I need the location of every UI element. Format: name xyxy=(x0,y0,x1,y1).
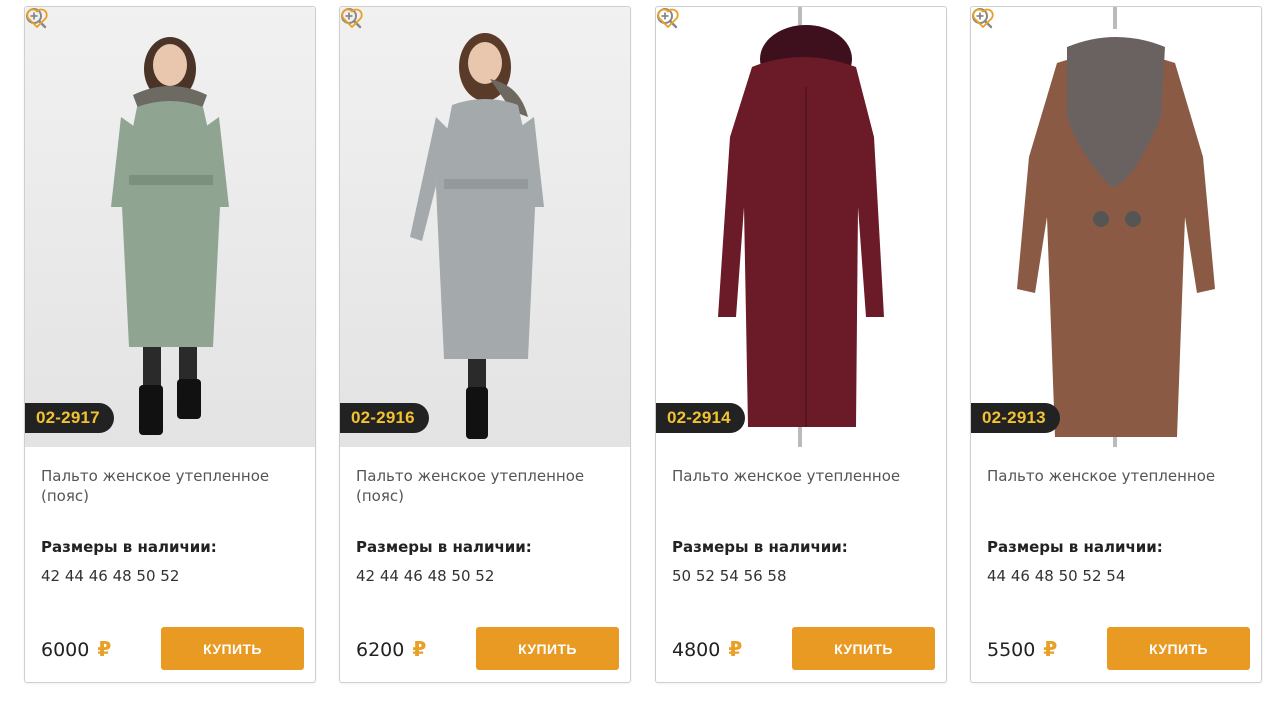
buy-button[interactable]: КУПИТЬ xyxy=(476,627,619,670)
coat-on-model-image xyxy=(111,37,229,435)
product-title[interactable]: Пальто женское утепленное xyxy=(672,466,934,486)
price-value: 5500 xyxy=(987,639,1036,661)
coat-on-mannequin-image xyxy=(718,7,884,447)
product-card[interactable]: 02-2917 Пальто женское утепленное (пояс)… xyxy=(24,6,316,683)
coat-on-model-image xyxy=(410,33,544,439)
product-title[interactable]: Пальто женское утепленное (пояс) xyxy=(41,466,303,506)
favorite-heart-icon[interactable] xyxy=(25,7,49,29)
sizes-label: Размеры в наличии: xyxy=(672,538,848,556)
buy-button[interactable]: КУПИТЬ xyxy=(1107,627,1250,670)
favorite-heart-icon[interactable] xyxy=(971,7,995,29)
price-value: 4800 xyxy=(672,639,721,661)
article-badge: 02-2913 xyxy=(971,403,1060,433)
price-value: 6000 xyxy=(41,639,90,661)
ruble-icon: ₽ xyxy=(728,637,743,661)
ruble-icon: ₽ xyxy=(412,637,427,661)
product-title[interactable]: Пальто женское утепленное xyxy=(987,466,1249,486)
buy-button[interactable]: КУПИТЬ xyxy=(792,627,935,670)
price: 6000 ₽ xyxy=(41,637,111,661)
article-badge: 02-2914 xyxy=(656,403,745,433)
sizes-values: 44 46 48 50 52 54 xyxy=(987,567,1126,585)
product-photo[interactable]: 02-2913 xyxy=(971,7,1261,447)
buy-button[interactable]: КУПИТЬ xyxy=(161,627,304,670)
article-badge: 02-2916 xyxy=(340,403,429,433)
product-card[interactable]: 02-2916 Пальто женское утепленное (пояс)… xyxy=(339,6,631,683)
price-value: 6200 xyxy=(356,639,405,661)
product-card[interactable]: 02-2913 Пальто женское утепленное Размер… xyxy=(970,6,1262,683)
sizes-label: Размеры в наличии: xyxy=(41,538,217,556)
sizes-label: Размеры в наличии: xyxy=(987,538,1163,556)
product-photo[interactable]: 02-2917 xyxy=(25,7,315,447)
price: 4800 ₽ xyxy=(672,637,742,661)
product-photo[interactable]: 02-2914 xyxy=(656,7,946,447)
article-badge: 02-2917 xyxy=(25,403,114,433)
favorite-heart-icon[interactable] xyxy=(340,7,364,29)
favorite-heart-icon[interactable] xyxy=(656,7,680,29)
product-title[interactable]: Пальто женское утепленное (пояс) xyxy=(356,466,618,506)
price: 5500 ₽ xyxy=(987,637,1057,661)
product-grid: 02-2917 Пальто женское утепленное (пояс)… xyxy=(0,0,1280,702)
ruble-icon: ₽ xyxy=(97,637,112,661)
product-card[interactable]: 02-2914 Пальто женское утепленное Размер… xyxy=(655,6,947,683)
sizes-values: 42 44 46 48 50 52 xyxy=(356,567,495,585)
sizes-values: 50 52 54 56 58 xyxy=(672,567,787,585)
product-photo[interactable]: 02-2916 xyxy=(340,7,630,447)
coat-on-mannequin-image xyxy=(1017,7,1215,447)
sizes-values: 42 44 46 48 50 52 xyxy=(41,567,180,585)
ruble-icon: ₽ xyxy=(1043,637,1058,661)
price: 6200 ₽ xyxy=(356,637,426,661)
sizes-label: Размеры в наличии: xyxy=(356,538,532,556)
